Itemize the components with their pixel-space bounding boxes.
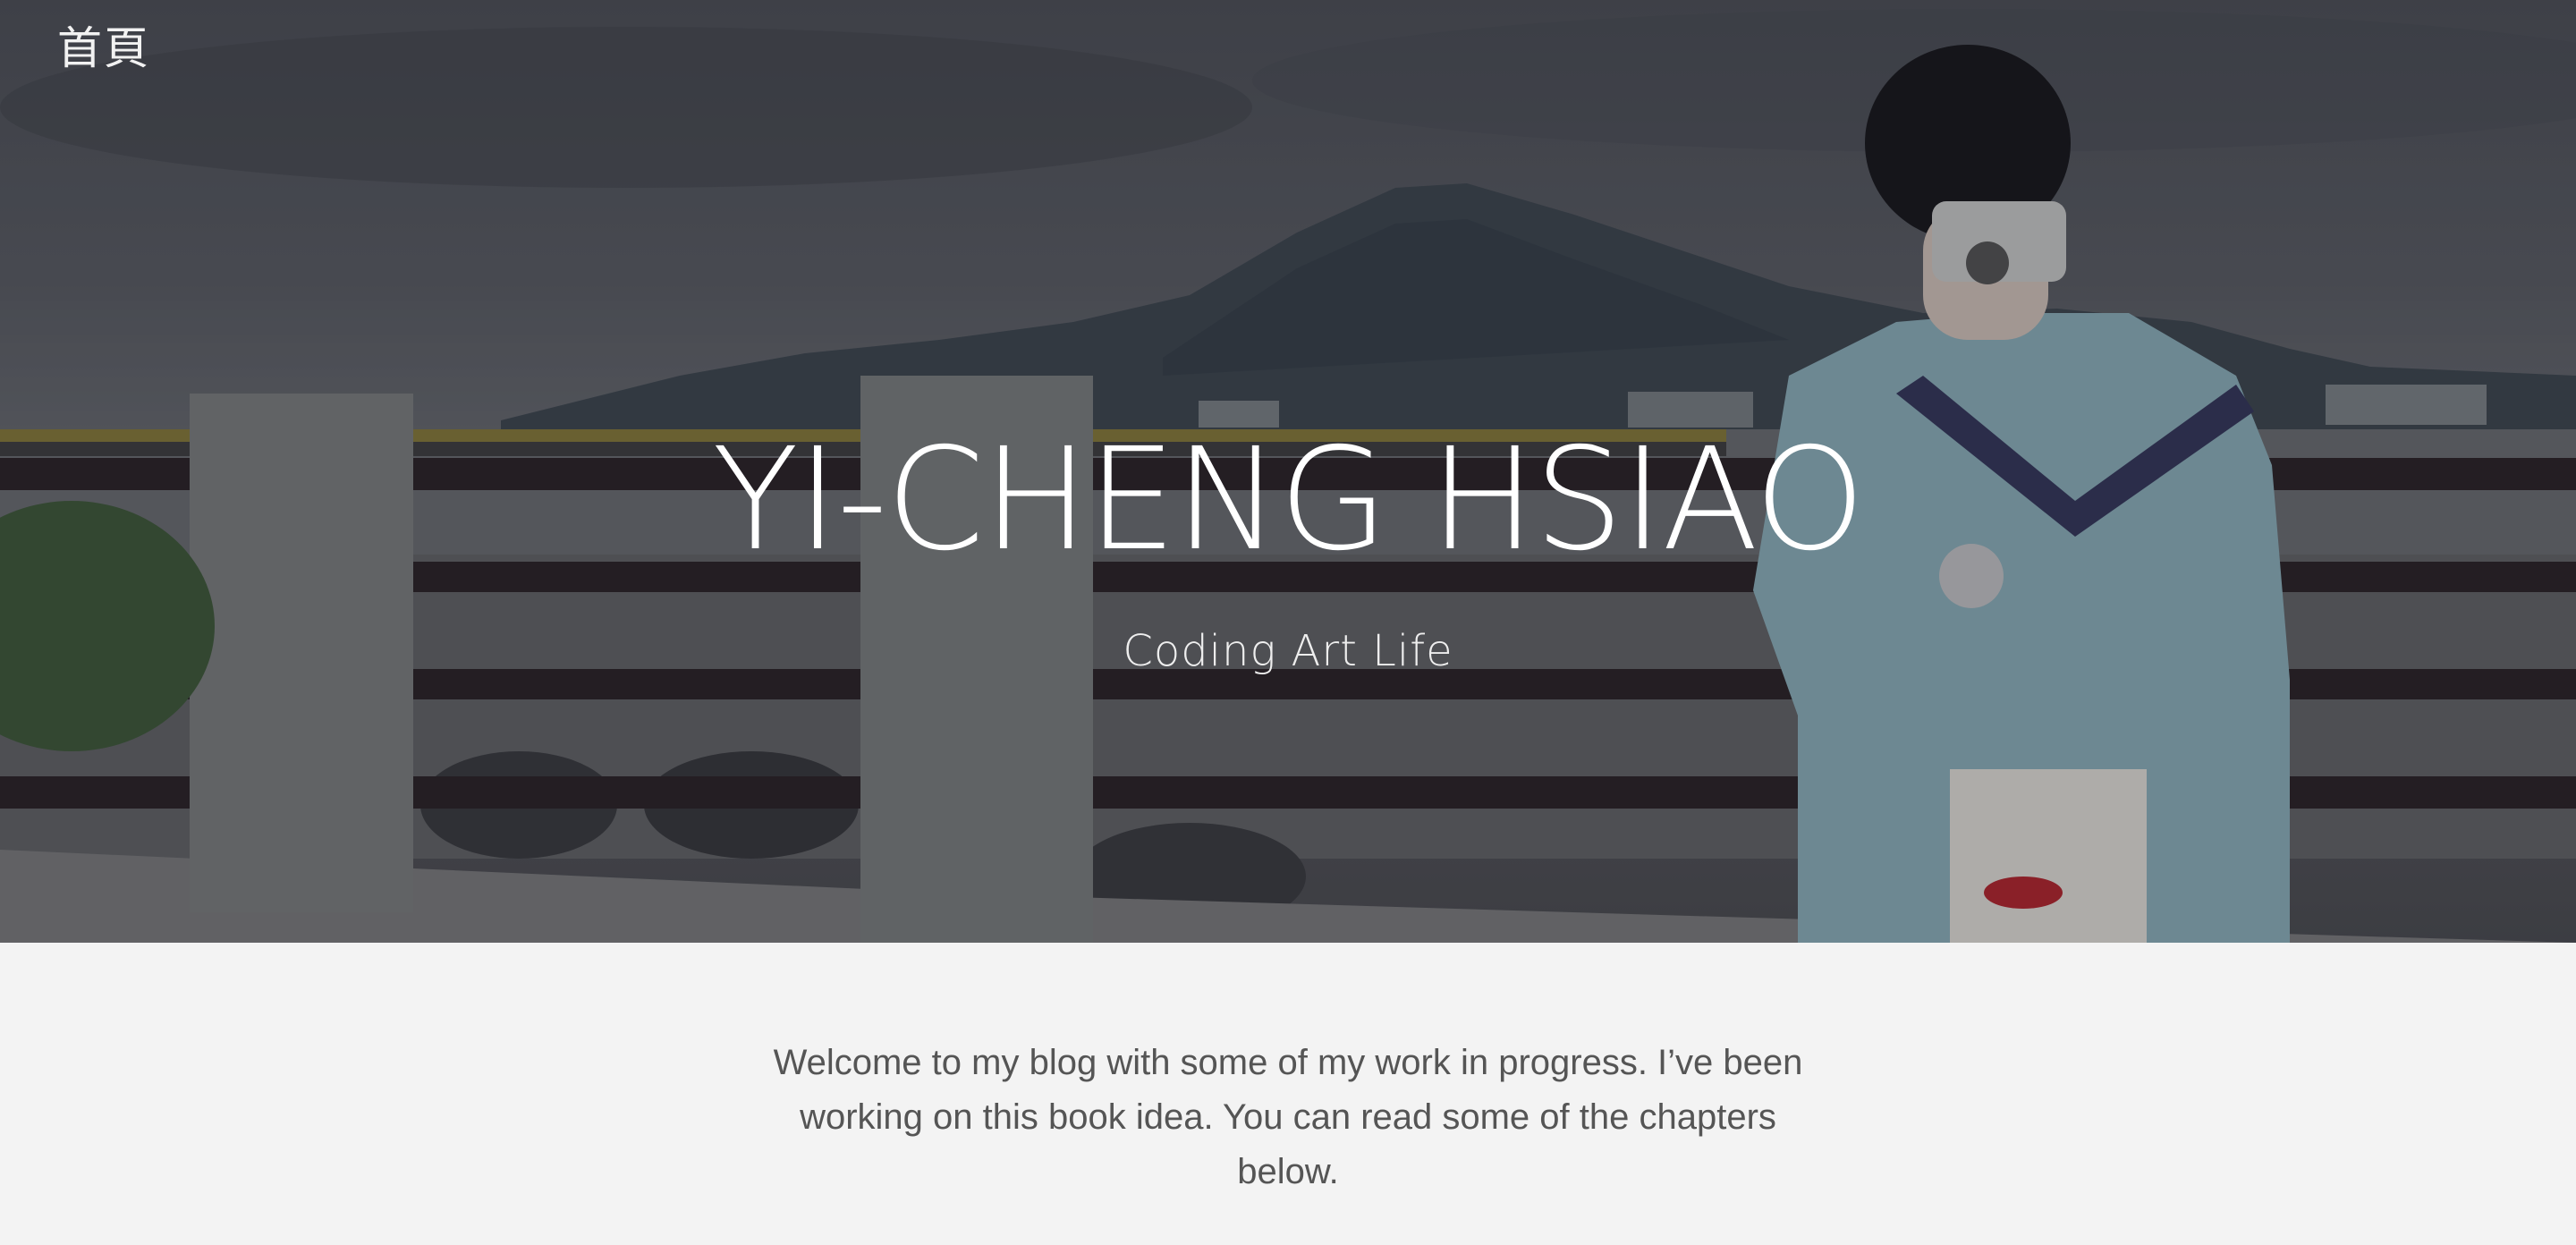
hero-banner: 首頁 YI-CHENG HSIAO Coding Art Life — [0, 0, 2576, 943]
site-subtitle: Coding Art Life — [1123, 626, 1453, 676]
nav-home-link[interactable]: 首頁 — [57, 13, 150, 77]
site-title: YI-CHENG HSIAO — [712, 418, 1865, 582]
intro-section: Welcome to my blog with some of my work … — [0, 943, 2576, 1245]
intro-text: Welcome to my blog with some of my work … — [773, 1043, 1803, 1191]
